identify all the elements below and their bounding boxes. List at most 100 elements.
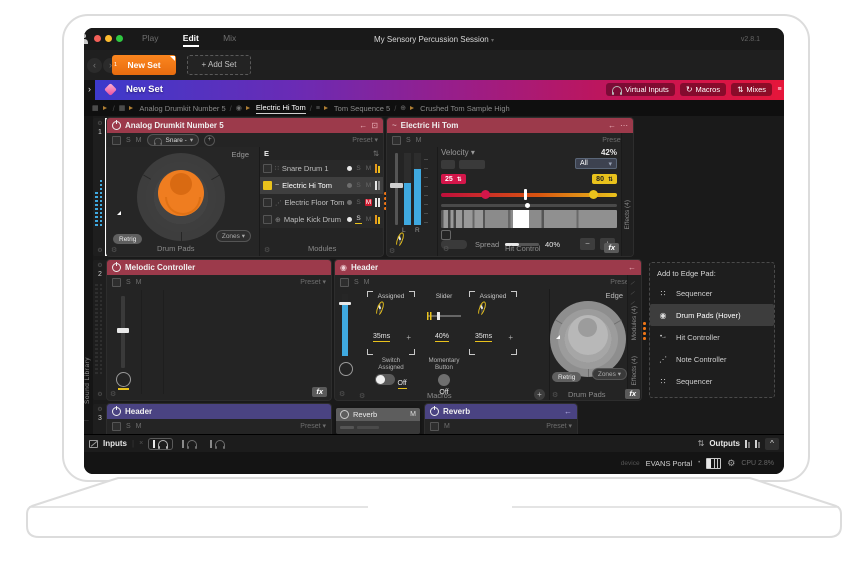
- preset-dropdown[interactable]: Preset ▾: [300, 278, 326, 286]
- back-icon[interactable]: ←: [359, 121, 367, 130]
- panel-resize-handle[interactable]: [643, 322, 646, 340]
- module-row-kick[interactable]: ⊕ Maple Kick Drum S M: [260, 211, 383, 228]
- row3-rail[interactable]: ⚙ 3: [93, 404, 107, 434]
- hit-histogram[interactable]: [441, 210, 617, 228]
- module-checkbox[interactable]: [263, 215, 272, 224]
- crumb-crushed-tom[interactable]: Crushed Tom Sample High: [420, 104, 510, 113]
- drum-pad-graphic[interactable]: [137, 153, 225, 241]
- module-row-floor-tom[interactable]: ⋰ Electric Floor Tom S M: [260, 194, 383, 211]
- module-row-snare[interactable]: ∷ Snare Drum 1 S M: [260, 160, 383, 177]
- nav-back-button[interactable]: ‹: [87, 58, 102, 73]
- edge-zone-label[interactable]: Edge: [231, 150, 249, 159]
- zones-dropdown[interactable]: Zones ▾: [592, 368, 627, 380]
- macro-assigned-2[interactable]: Assigned 35ms +: [469, 291, 517, 355]
- enable-checkbox[interactable]: [112, 136, 121, 145]
- more-icon[interactable]: ⋯: [620, 121, 628, 130]
- panel-header[interactable]: Reverb ←: [425, 404, 577, 419]
- panel-header[interactable]: ~ Electric Hi Tom ← ⋯: [387, 118, 633, 133]
- solo-label[interactable]: S: [126, 423, 131, 430]
- macro-knob[interactable]: [481, 303, 483, 314]
- solo-label[interactable]: S: [406, 137, 411, 144]
- macro-slider[interactable]: Slider 40%: [423, 291, 465, 355]
- mute-label[interactable]: M: [364, 279, 370, 286]
- fx-button[interactable]: fx: [312, 387, 327, 398]
- module-row-hi-tom[interactable]: ~ Electric Hi Tom S M: [260, 177, 383, 194]
- mute-label[interactable]: M: [444, 423, 450, 430]
- solo-label[interactable]: S: [126, 279, 131, 286]
- volume-fader-track[interactable]: [395, 153, 398, 225]
- mute-label[interactable]: M: [416, 137, 422, 144]
- input-channel-1[interactable]: [148, 438, 173, 450]
- power-icon[interactable]: [430, 407, 439, 416]
- solo-toggle[interactable]: S: [355, 199, 362, 206]
- drum-pad-graphic-hover[interactable]: [550, 301, 626, 377]
- collapse-button[interactable]: ^: [765, 438, 779, 450]
- effects-tab[interactable]: Effects (4): [624, 200, 631, 230]
- menu-item-sequencer-2[interactable]: ∷ Sequencer: [650, 370, 774, 392]
- mute-toggle[interactable]: M: [365, 165, 372, 172]
- velocity-dropdown[interactable]: Velocity ▾: [441, 148, 475, 157]
- virtual-inputs-button[interactable]: Virtual Inputs: [606, 83, 675, 96]
- solo-label[interactable]: S: [354, 279, 359, 286]
- preset-dropdown[interactable]: Preset ▾: [300, 422, 326, 430]
- enable-checkbox[interactable]: [392, 136, 401, 145]
- enable-checkbox[interactable]: [112, 278, 121, 287]
- gear-icon[interactable]: ⚙: [93, 262, 107, 269]
- sound-library-strip[interactable]: Sound Library ∕: [84, 116, 93, 434]
- pan-knob[interactable]: [399, 234, 401, 245]
- menu-item-note-controller[interactable]: ⋰ Note Controller: [650, 348, 774, 370]
- solo-toggle-armed[interactable]: S: [355, 215, 362, 224]
- range-low-stepper[interactable]: 25⇅: [441, 174, 466, 184]
- volume-fader-handle[interactable]: [390, 183, 403, 188]
- clear-icon[interactable]: ×: [139, 440, 143, 447]
- gear-icon[interactable]: ⚙: [443, 245, 449, 253]
- mixes-button[interactable]: ⇅Mixes: [731, 83, 772, 96]
- modules-tab[interactable]: Modules (4): [631, 306, 638, 340]
- edge-zone-label[interactable]: Edge: [605, 291, 623, 300]
- crumb-tom-sequence[interactable]: Tom Sequence 5: [334, 104, 390, 113]
- gear-icon[interactable]: ⚙: [389, 247, 395, 255]
- fine-slider-handle[interactable]: [525, 203, 530, 208]
- add-macro-button[interactable]: +: [534, 389, 545, 400]
- crosshair-icon[interactable]: +: [508, 333, 513, 342]
- macro-knob[interactable]: [379, 303, 381, 314]
- mute-toggle[interactable]: M: [365, 182, 372, 189]
- range-high-handle[interactable]: [589, 190, 598, 199]
- power-icon[interactable]: [112, 121, 121, 130]
- enable-checkbox[interactable]: [430, 422, 439, 431]
- gear-icon[interactable]: ⚙: [110, 390, 116, 398]
- gear-icon[interactable]: ⚙: [111, 246, 117, 254]
- macro-switch[interactable]: SwitchAssigned Off: [367, 357, 415, 399]
- settings-gear-icon[interactable]: ⚙: [727, 458, 735, 469]
- output-selector[interactable]: Snare -▾: [147, 134, 200, 146]
- range-high-stepper[interactable]: 80⇅: [592, 174, 617, 184]
- set-tab-new-set[interactable]: 1 New Set: [112, 55, 176, 75]
- expand-icon[interactable]: [89, 440, 98, 448]
- module-checkbox[interactable]: [263, 181, 272, 190]
- mini-knob[interactable]: [116, 372, 131, 387]
- fx-button[interactable]: fx: [625, 389, 640, 400]
- row2-rail[interactable]: ⚙ 2 ⚙: [93, 260, 107, 400]
- panel-header[interactable]: ◉ Header ←: [335, 260, 641, 275]
- back-icon[interactable]: ←: [608, 121, 616, 130]
- device-name[interactable]: EVANS Portal: [646, 459, 693, 468]
- switch-toggle[interactable]: [375, 374, 395, 385]
- gear-icon[interactable]: ⚙: [93, 391, 107, 398]
- menu-item-drum-pads-hover[interactable]: ◉ Drum Pads (Hover): [650, 304, 774, 326]
- effects-tab[interactable]: Effects (4): [631, 356, 638, 386]
- enable-checkbox[interactable]: [340, 278, 349, 287]
- velocity-tool-button[interactable]: [459, 160, 485, 169]
- inputs-label[interactable]: Inputs: [103, 439, 127, 448]
- crumb-drumkit[interactable]: Analog Drumkit Number 5: [139, 104, 225, 113]
- solo-toggle[interactable]: S: [355, 182, 362, 189]
- momentary-button[interactable]: [438, 374, 450, 386]
- fx-button[interactable]: fx: [604, 243, 619, 254]
- macro-assigned-1[interactable]: Assigned 35ms +: [367, 291, 415, 355]
- fader-handle[interactable]: [117, 328, 129, 333]
- menu-item-sequencer[interactable]: ∷ Sequencer: [650, 282, 774, 304]
- macros-button[interactable]: ↻Macros: [680, 83, 726, 96]
- window-icon[interactable]: ⊡: [371, 121, 378, 130]
- menu-item-hit-controller[interactable]: •→ Hit Controller: [650, 326, 774, 348]
- filter-icon[interactable]: ⇅: [698, 439, 705, 448]
- enable-checkbox[interactable]: [112, 422, 121, 431]
